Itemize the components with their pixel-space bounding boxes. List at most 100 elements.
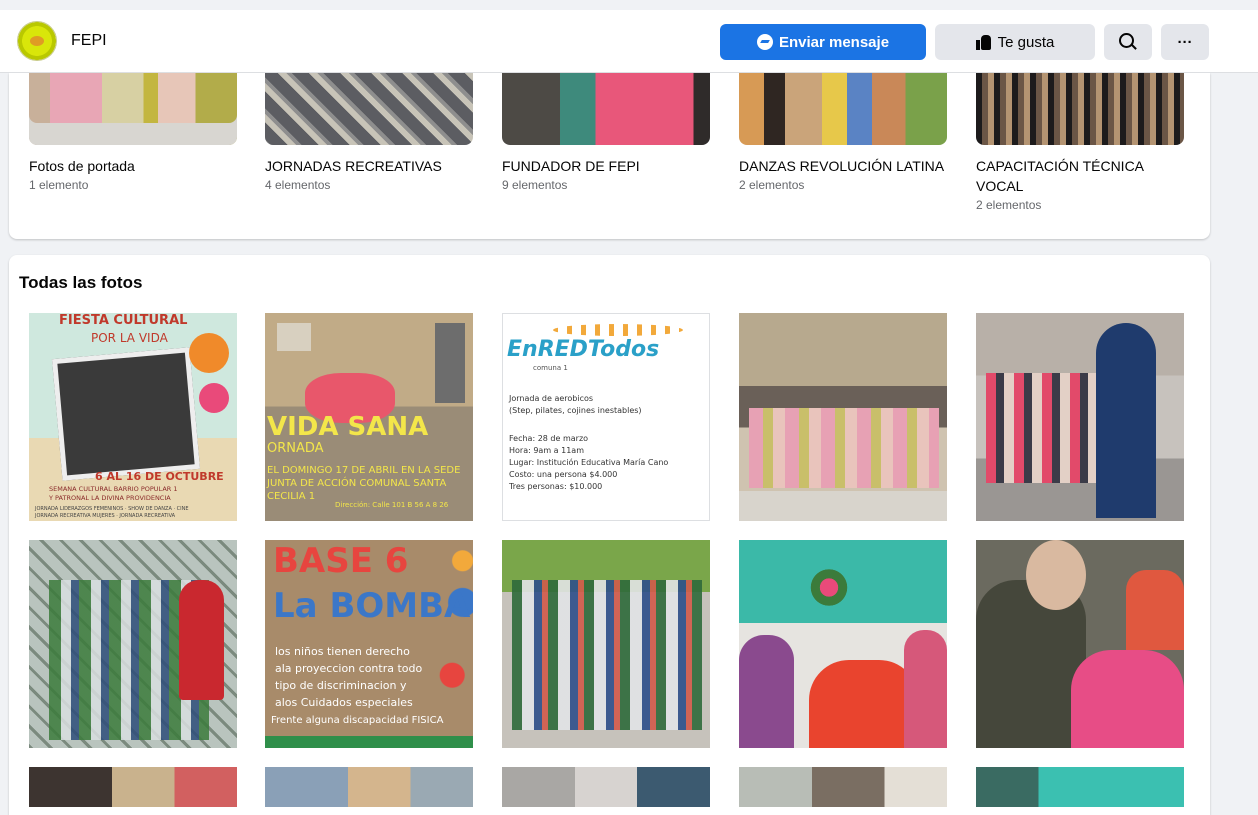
- poster-text: alos Cuidados especiales: [275, 696, 413, 709]
- album-count: 4 elementos: [265, 178, 331, 192]
- poster-text: Lugar: Institución Educativa María Cano: [509, 458, 669, 467]
- flower-decoration: [199, 383, 229, 413]
- album-count: 1 elemento: [29, 178, 89, 192]
- photo-tile[interactable]: [976, 540, 1184, 748]
- album-cover[interactable]: [29, 73, 237, 145]
- search-icon: [1118, 32, 1134, 48]
- photo-tile[interactable]: VIDA SANA ORNADA EL DOMINGO 17 DE ABRIL …: [265, 313, 473, 521]
- children-shape: [512, 580, 702, 730]
- poster-text: Jornada de aerobicos: [509, 394, 594, 403]
- photo-tile[interactable]: [976, 767, 1184, 807]
- page-avatar[interactable]: [17, 21, 57, 61]
- poster-text: BASE 6: [273, 541, 409, 581]
- album-count: 2 elementos: [739, 178, 805, 192]
- album-cover[interactable]: [976, 73, 1184, 145]
- poster-text: POR LA VIDA: [91, 331, 168, 345]
- poster-text: CECILIA 1: [267, 491, 316, 502]
- photo-tile[interactable]: [739, 767, 947, 807]
- page-header: FEPI Enviar mensaje Te gusta ···: [0, 10, 1258, 73]
- messenger-icon: [756, 34, 773, 50]
- album-item[interactable]: FUNDADOR DE FEPI 9 elementos: [502, 73, 710, 194]
- photo-tile[interactable]: BASE 6 La BOMBA los niños tienen derecho…: [265, 540, 473, 748]
- poster-text: (Step, pilates, cojines inestables): [509, 406, 642, 415]
- person-shape: [1126, 570, 1184, 650]
- album-name[interactable]: FUNDADOR DE FEPI: [502, 156, 710, 176]
- face-shape: [1026, 540, 1086, 610]
- person-shape: [739, 635, 794, 748]
- album-item[interactable]: DANZAS REVOLUCIÓN LATINA 2 elementos: [739, 73, 947, 194]
- poster-text: La BOMBA: [273, 586, 471, 626]
- all-photos-card: Todas las fotos FIESTA CULTURAL POR LA V…: [9, 255, 1210, 815]
- logo-dots-decoration: [553, 324, 683, 336]
- section-title: Todas las fotos: [19, 273, 143, 292]
- dancers-shape: [749, 408, 939, 488]
- photo-tile[interactable]: [29, 767, 237, 807]
- poster-text: Hora: 9am a 11am: [509, 446, 584, 455]
- photo-tile[interactable]: [739, 313, 947, 521]
- poster-text: ala proyeccion contra todo: [275, 662, 423, 675]
- more-options-button[interactable]: ···: [1161, 24, 1209, 60]
- photo-tile[interactable]: [739, 540, 947, 748]
- floor-shape: [739, 491, 947, 521]
- search-button[interactable]: [1104, 24, 1152, 60]
- poster-text: Frente alguna discapacidad FISICA: [271, 715, 444, 726]
- wall-shape: [435, 323, 465, 403]
- poster-text: FIESTA CULTURAL: [59, 313, 188, 328]
- album-name[interactable]: JORNADAS RECREATIVAS: [265, 156, 473, 176]
- photo-tile[interactable]: FIESTA CULTURAL POR LA VIDA 6 AL 16 DE O…: [29, 313, 237, 521]
- poster-text: JORNADA LIDERAZGOS FEMENINOS · SHOW DE D…: [35, 506, 189, 512]
- photo-tile[interactable]: [265, 767, 473, 807]
- album-item[interactable]: CAPACITACIÓN TÉCNICA VOCAL 2 elementos: [976, 73, 1184, 214]
- poster-text: JUNTA DE ACCIÓN COMUNAL SANTA: [267, 478, 447, 489]
- photo-tile[interactable]: [976, 313, 1184, 521]
- poster-text: JORNADA RECREATIVA MUJERES · JORNADA REC…: [35, 513, 176, 519]
- page-name[interactable]: FEPI: [71, 32, 107, 50]
- poster-logo: EnREDTodos: [507, 337, 660, 362]
- album-name[interactable]: CAPACITACIÓN TÉCNICA VOCAL: [976, 156, 1184, 196]
- poster-text: SEMANA CULTURAL BARRIO POPULAR 1: [49, 485, 178, 493]
- album-cover[interactable]: [502, 73, 710, 145]
- photo-tile[interactable]: [502, 540, 710, 748]
- photo-tile[interactable]: EnREDTodos comuna 1 Jornada de aerobicos…: [502, 313, 710, 521]
- window-shape: [277, 323, 311, 351]
- poster-text: Y PATRONAL LA DIVINA PROVIDENCIA: [49, 494, 171, 502]
- album-cover[interactable]: [739, 73, 947, 145]
- person-shape: [1096, 323, 1156, 518]
- photo-tile[interactable]: [29, 540, 237, 748]
- album-count: 9 elementos: [502, 178, 568, 192]
- poster-text: comuna 1: [533, 364, 568, 372]
- person-shape: [904, 630, 947, 748]
- album-name[interactable]: DANZAS REVOLUCIÓN LATINA: [739, 156, 947, 176]
- like-button[interactable]: Te gusta: [935, 24, 1095, 60]
- send-message-label: Enviar mensaje: [778, 33, 890, 51]
- person-shape: [809, 660, 919, 748]
- albums-card: Fotos de portada 1 elemento JORNADAS REC…: [9, 73, 1210, 239]
- album-name[interactable]: Fotos de portada: [29, 156, 237, 176]
- poster-text: Costo: una persona $4.000: [509, 470, 618, 479]
- poster-border: [265, 736, 473, 748]
- poster-text: VIDA SANA: [267, 412, 429, 442]
- more-icon: ···: [1177, 33, 1193, 51]
- poster-text: tipo de discriminacion y: [275, 679, 407, 692]
- send-message-button[interactable]: Enviar mensaje: [720, 24, 926, 60]
- poster-text: EL DOMINGO 17 DE ABRIL EN LA SEDE: [267, 465, 461, 476]
- album-item[interactable]: JORNADAS RECREATIVAS 4 elementos: [265, 73, 473, 194]
- flowers-shape: [809, 565, 849, 610]
- children-shape: [986, 373, 1096, 483]
- poster-text: Fecha: 28 de marzo: [509, 434, 589, 443]
- flower-decoration: [189, 333, 229, 373]
- poster-text: Tres personas: $10.000: [509, 482, 603, 491]
- photo-tile[interactable]: [502, 767, 710, 807]
- album-count: 2 elementos: [976, 198, 1042, 212]
- album-item[interactable]: Fotos de portada 1 elemento: [29, 73, 237, 194]
- album-cover[interactable]: [265, 73, 473, 145]
- page-scrollbar[interactable]: [1248, 72, 1258, 798]
- person-shape: [1071, 650, 1184, 748]
- poster-text: 6 AL 16 DE OCTUBRE: [95, 470, 224, 483]
- poster-text: Dirección: Calle 101 B 56 A 8 26: [335, 501, 449, 509]
- poster-photo: [51, 347, 201, 481]
- person-shape: [179, 580, 224, 700]
- poster-text: los niños tienen derecho: [275, 645, 410, 658]
- poster-text: ORNADA: [267, 441, 324, 456]
- thumbs-up-icon: [975, 34, 992, 50]
